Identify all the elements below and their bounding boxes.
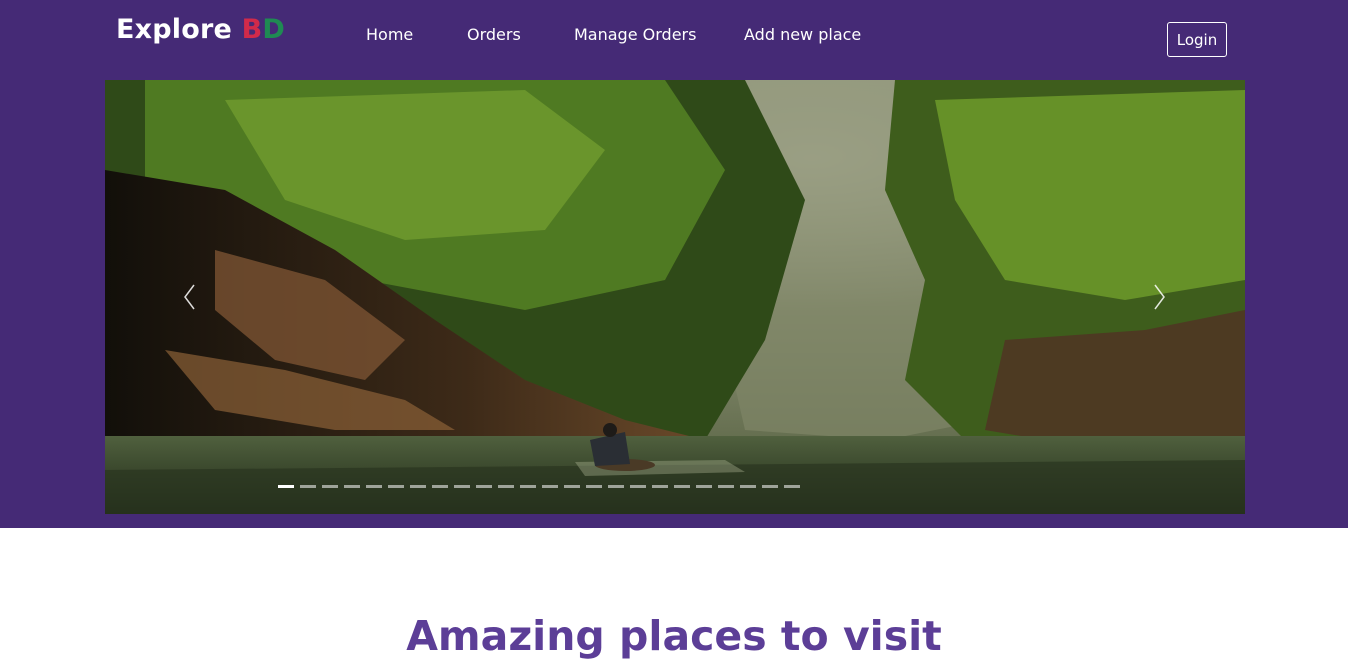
- nav-add-new-place[interactable]: Add new place: [744, 25, 861, 44]
- carousel-indicator[interactable]: [476, 485, 492, 488]
- carousel-indicator[interactable]: [762, 485, 778, 488]
- carousel-indicator[interactable]: [278, 485, 294, 488]
- login-button[interactable]: Login: [1167, 22, 1227, 57]
- carousel-indicator[interactable]: [344, 485, 360, 488]
- section-title: Amazing places to visit: [406, 612, 942, 660]
- carousel-indicator[interactable]: [608, 485, 624, 488]
- carousel-indicator[interactable]: [740, 485, 756, 488]
- carousel-indicator[interactable]: [520, 485, 536, 488]
- carousel-indicator[interactable]: [432, 485, 448, 488]
- carousel-indicator[interactable]: [718, 485, 734, 488]
- carousel-indicator[interactable]: [696, 485, 712, 488]
- hero-section: Explore BD Home Orders Manage Orders Add…: [0, 0, 1348, 528]
- navbar: Explore BD Home Orders Manage Orders Add…: [0, 0, 1348, 80]
- carousel-indicator[interactable]: [564, 485, 580, 488]
- brand-logo[interactable]: Explore BD: [116, 14, 285, 45]
- carousel-indicator[interactable]: [410, 485, 426, 488]
- chevron-right-icon[interactable]: [1149, 281, 1169, 313]
- nav-orders[interactable]: Orders: [467, 25, 521, 44]
- carousel-indicator[interactable]: [784, 485, 800, 488]
- carousel-slide-image: [105, 80, 1245, 514]
- carousel-indicator[interactable]: [322, 485, 338, 488]
- carousel-indicator[interactable]: [454, 485, 470, 488]
- brand-b: B: [241, 14, 263, 45]
- brand-d: D: [262, 14, 286, 45]
- carousel-indicator[interactable]: [542, 485, 558, 488]
- carousel-indicator[interactable]: [366, 485, 382, 488]
- chevron-left-icon[interactable]: [180, 281, 200, 313]
- carousel-indicators: [278, 485, 800, 491]
- carousel-indicator[interactable]: [388, 485, 404, 488]
- carousel: [105, 80, 1245, 514]
- nav-manage-orders[interactable]: Manage Orders: [574, 25, 696, 44]
- carousel-indicator[interactable]: [586, 485, 602, 488]
- carousel-indicator[interactable]: [498, 485, 514, 488]
- nav-home[interactable]: Home: [366, 25, 413, 44]
- carousel-indicator[interactable]: [300, 485, 316, 488]
- carousel-indicator[interactable]: [630, 485, 646, 488]
- carousel-indicator[interactable]: [652, 485, 668, 488]
- brand-explore: Explore: [116, 14, 233, 45]
- carousel-indicator[interactable]: [674, 485, 690, 488]
